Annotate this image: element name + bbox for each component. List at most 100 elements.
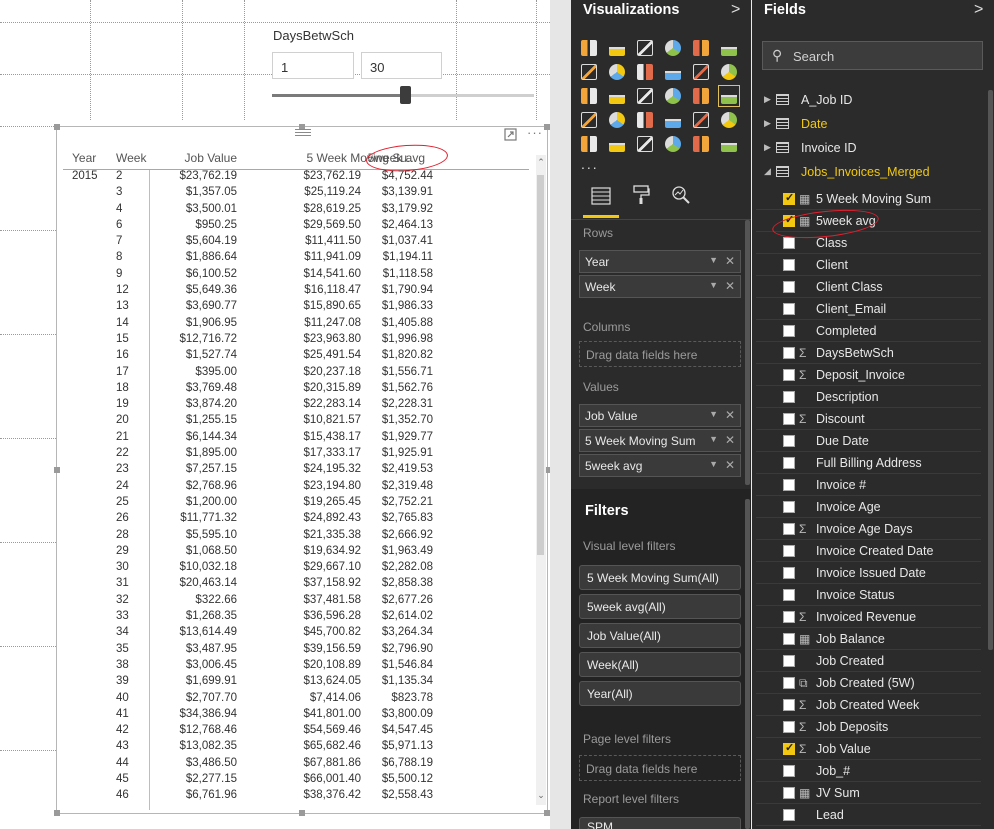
field-checkbox[interactable] bbox=[783, 545, 795, 557]
filter-job-value[interactable]: Job Value(All) bbox=[579, 623, 741, 648]
table-node[interactable]: ◢ Jobs_Invoices_Merged bbox=[762, 163, 987, 183]
field-item[interactable]: ▦ 5 Week Moving Sum bbox=[756, 189, 981, 210]
table-row[interactable]: 39 $1,699.91 $13,624.05 $1,135.34 bbox=[63, 675, 529, 691]
multirow-card-icon[interactable] bbox=[663, 110, 683, 130]
field-checkbox[interactable] bbox=[783, 787, 795, 799]
field-checkbox[interactable] bbox=[783, 611, 795, 623]
field-checkbox[interactable] bbox=[783, 435, 795, 447]
table-row[interactable]: 43 $13,082.35 $65,682.46 $5,971.13 bbox=[63, 740, 529, 756]
header-job-value[interactable]: Job Value bbox=[185, 151, 237, 165]
donut-icon[interactable] bbox=[607, 134, 627, 154]
field-checkbox[interactable] bbox=[783, 809, 795, 821]
expanded-arrow-icon[interactable]: ◢ bbox=[764, 166, 771, 177]
values-well-5week-avg[interactable]: 5week avg ▼ ✕ bbox=[579, 454, 741, 477]
field-item[interactable]: ▦ Job Balance bbox=[756, 629, 981, 650]
filter-5week-moving-sum[interactable]: 5 Week Moving Sum(All) bbox=[579, 565, 741, 590]
table-row[interactable]: 30 $10,032.18 $29,667.10 $2,282.08 bbox=[63, 561, 529, 577]
field-item[interactable]: Job_# bbox=[756, 761, 981, 782]
slicer-icon[interactable] bbox=[579, 134, 599, 154]
field-checkbox[interactable] bbox=[783, 567, 795, 579]
field-item[interactable]: Job Created bbox=[756, 651, 981, 672]
search-input[interactable] bbox=[793, 46, 973, 66]
table-row[interactable]: 14 $1,906.95 $11,247.08 $1,405.88 bbox=[63, 317, 529, 333]
treemap-icon[interactable] bbox=[635, 86, 655, 106]
field-checkbox[interactable] bbox=[783, 765, 795, 777]
table-row[interactable]: 32 $322.66 $37,481.58 $2,677.26 bbox=[63, 594, 529, 610]
chevron-down-icon[interactable]: ▼ bbox=[709, 409, 718, 419]
field-checkbox[interactable] bbox=[783, 259, 795, 271]
more-options-icon[interactable]: ··· bbox=[527, 125, 543, 140]
field-item[interactable]: Σ Invoiced Revenue bbox=[756, 607, 981, 628]
field-checkbox[interactable] bbox=[783, 281, 795, 293]
visualizations-scrollbar[interactable] bbox=[745, 220, 750, 485]
scroll-down-icon[interactable]: ⌄ bbox=[536, 790, 546, 801]
field-checkbox[interactable] bbox=[783, 479, 795, 491]
field-item[interactable]: ▦ JV Sum bbox=[756, 783, 981, 804]
table-row[interactable]: 40 $2,707.70 $7,414.06 $823.78 bbox=[63, 692, 529, 708]
table-row[interactable]: 38 $3,006.45 $20,108.89 $1,546.84 bbox=[63, 659, 529, 675]
table-row[interactable]: 9 $6,100.52 $14,541.60 $1,118.58 bbox=[63, 268, 529, 284]
field-checkbox[interactable] bbox=[783, 237, 795, 249]
stacked-column-icon[interactable] bbox=[607, 38, 627, 58]
field-item[interactable]: Client_Email bbox=[756, 299, 981, 320]
field-item[interactable]: Σ Job Created Week bbox=[756, 695, 981, 716]
field-checkbox[interactable] bbox=[783, 633, 795, 645]
field-checkbox[interactable] bbox=[783, 523, 795, 535]
table-node[interactable]: ▶ A_Job ID bbox=[762, 91, 987, 111]
scatter-icon[interactable] bbox=[579, 86, 599, 106]
field-item[interactable]: Client Class bbox=[756, 277, 981, 298]
expand-arrow-icon[interactable]: ▶ bbox=[764, 142, 771, 153]
rows-well-week[interactable]: Week ▼ ✕ bbox=[579, 275, 741, 298]
field-checkbox[interactable] bbox=[783, 677, 795, 689]
header-week[interactable]: Week bbox=[116, 151, 146, 165]
columns-drop-zone[interactable]: Drag data fields here bbox=[579, 341, 741, 367]
page-filters-drop-zone[interactable]: Drag data fields here bbox=[579, 755, 741, 781]
ribbon-chart-icon[interactable] bbox=[719, 62, 739, 82]
fields-search[interactable]: ⚲ bbox=[762, 41, 983, 70]
table-row[interactable]: 17 $395.00 $20,237.18 $1,556.71 bbox=[63, 366, 529, 382]
field-item[interactable]: Σ DaysBetwSch bbox=[756, 343, 981, 364]
table-row[interactable]: 16 $1,527.74 $25,491.54 $1,820.82 bbox=[63, 349, 529, 365]
slicer-max-input[interactable]: 30 bbox=[361, 52, 442, 79]
table-row[interactable]: 31 $20,463.14 $37,158.92 $2,858.38 bbox=[63, 577, 529, 593]
field-item[interactable]: Invoice # bbox=[756, 475, 981, 496]
collapse-visualizations-icon[interactable]: > bbox=[731, 1, 740, 19]
pie-chart-icon[interactable] bbox=[607, 86, 627, 106]
table-row[interactable]: 29 $1,068.50 $19,634.92 $1,963.49 bbox=[63, 545, 529, 561]
field-item[interactable]: Client bbox=[756, 255, 981, 276]
chevron-down-icon[interactable]: ▼ bbox=[709, 434, 718, 444]
table-row[interactable]: 45 $2,277.15 $66,001.40 $5,500.12 bbox=[63, 773, 529, 789]
expand-arrow-icon[interactable]: ▶ bbox=[764, 94, 771, 105]
slider-handle-max[interactable] bbox=[404, 86, 411, 104]
field-item[interactable]: Σ Invoice Age Days bbox=[756, 519, 981, 540]
resize-handle[interactable] bbox=[54, 810, 60, 816]
table-row[interactable]: 21 $6,144.34 $15,438.17 $1,929.77 bbox=[63, 431, 529, 447]
table-row[interactable]: 44 $3,486.50 $67,881.86 $6,788.19 bbox=[63, 757, 529, 773]
table-row[interactable]: 35 $3,487.95 $39,156.59 $2,796.90 bbox=[63, 643, 529, 659]
r-visual-icon[interactable] bbox=[635, 134, 655, 154]
collapse-fields-icon[interactable]: > bbox=[974, 1, 983, 19]
clustered-bar-icon[interactable] bbox=[635, 38, 655, 58]
table-row[interactable]: 6 $950.25 $29,569.50 $2,464.13 bbox=[63, 219, 529, 235]
field-item[interactable]: ⧉ Job Created (5W) bbox=[756, 673, 981, 694]
chevron-down-icon[interactable]: ▼ bbox=[709, 280, 718, 290]
field-checkbox[interactable] bbox=[783, 699, 795, 711]
table-row[interactable]: 8 $1,886.64 $11,941.09 $1,194.11 bbox=[63, 251, 529, 267]
table-node[interactable]: ▶ Date bbox=[762, 115, 987, 135]
resize-handle[interactable] bbox=[299, 810, 305, 816]
table-scrollbar[interactable]: ⌃ ⌄ bbox=[536, 155, 546, 805]
map-icon[interactable] bbox=[663, 86, 683, 106]
analytics-magnifier-icon[interactable] bbox=[663, 182, 699, 218]
area-chart-icon[interactable] bbox=[607, 62, 627, 82]
values-well-moving-sum[interactable]: 5 Week Moving Sum ▼ ✕ bbox=[579, 429, 741, 452]
format-paint-roller-icon[interactable] bbox=[623, 182, 659, 218]
field-item[interactable]: Completed bbox=[756, 321, 981, 342]
field-checkbox[interactable] bbox=[783, 325, 795, 337]
field-item[interactable]: Lead bbox=[756, 805, 981, 826]
chevron-down-icon[interactable]: ▼ bbox=[709, 459, 718, 469]
remove-field-icon[interactable]: ✕ bbox=[725, 458, 735, 472]
fields-tab-icon[interactable] bbox=[583, 182, 619, 218]
field-checkbox[interactable] bbox=[783, 191, 795, 205]
field-checkbox[interactable] bbox=[783, 589, 795, 601]
field-checkbox[interactable] bbox=[783, 721, 795, 733]
